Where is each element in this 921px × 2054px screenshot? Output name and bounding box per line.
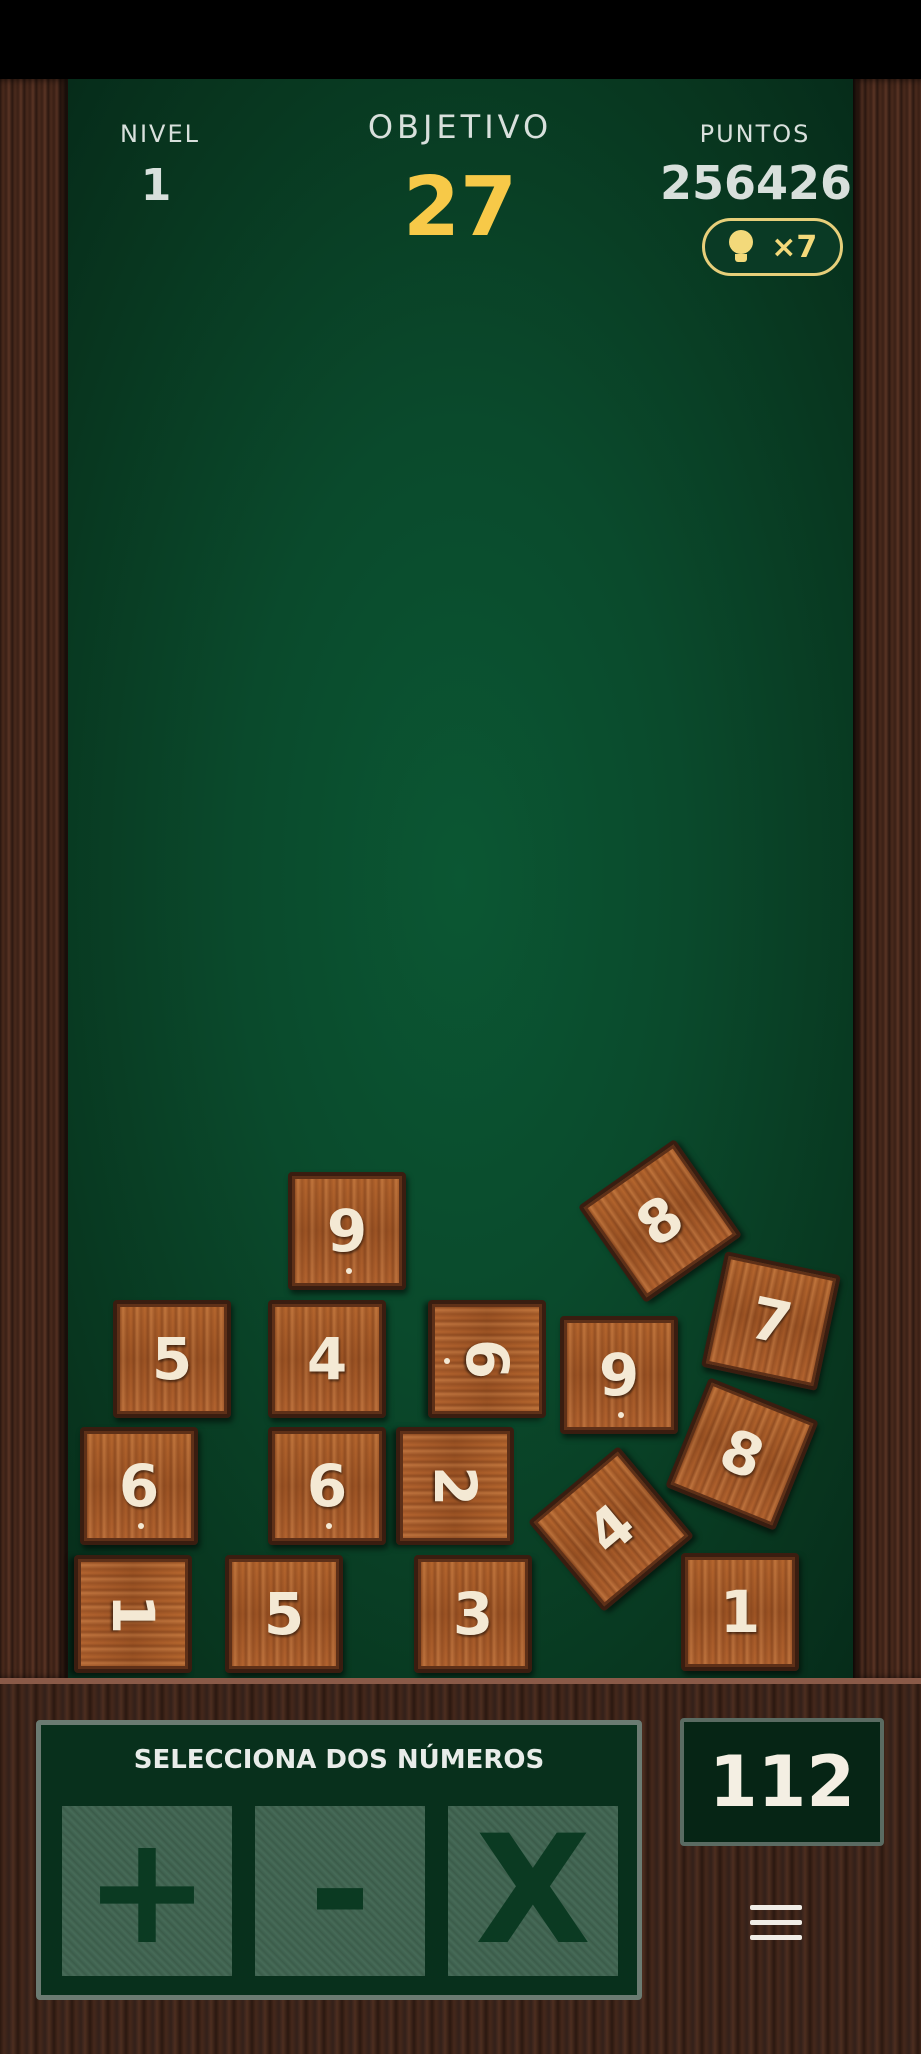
number-tile[interactable]: 9 [560, 1316, 678, 1434]
number-tile[interactable]: 4 [268, 1300, 386, 1418]
counter-value: 112 [708, 1741, 856, 1823]
number-tile[interactable]: 5 [113, 1300, 231, 1418]
level-value: 1 [140, 160, 172, 211]
times-icon: X [475, 1804, 591, 1978]
counter-display: 112 [680, 1718, 884, 1846]
minus-icon: - [308, 1804, 372, 1978]
tile-orientation-dot [346, 1268, 352, 1274]
wood-frame-right [853, 79, 921, 1679]
add-button[interactable]: + [62, 1806, 232, 1976]
level-label: NIVEL [120, 120, 200, 148]
goal-value: 27 [402, 160, 518, 255]
number-tile[interactable]: 1 [681, 1553, 799, 1671]
instruction-text: SELECCIONA DOS NÚMEROS [133, 1745, 545, 1775]
number-tile[interactable]: 1 [74, 1555, 192, 1673]
hint-button[interactable]: ×7 [702, 218, 843, 276]
plus-icon: + [84, 1804, 210, 1978]
tile-orientation-dot [326, 1523, 332, 1529]
multiply-button[interactable]: X [448, 1806, 618, 1976]
number-tile[interactable]: 7 [701, 1251, 841, 1391]
number-tile[interactable]: 6 [80, 1427, 198, 1545]
number-tile[interactable]: 6 [428, 1300, 546, 1418]
wood-frame-left [0, 79, 68, 1679]
number-tile[interactable]: 2 [396, 1427, 514, 1545]
tile-orientation-dot [618, 1412, 624, 1418]
number-tile[interactable]: 5 [225, 1555, 343, 1673]
hamburger-menu-icon[interactable] [750, 1905, 806, 1945]
hint-count: ×7 [771, 229, 818, 265]
points-label: PUNTOS [699, 120, 811, 148]
number-tile[interactable]: 3 [414, 1555, 532, 1673]
tile-orientation-dot [138, 1523, 144, 1529]
number-tile[interactable]: 9 [288, 1172, 406, 1290]
subtract-button[interactable]: - [255, 1806, 425, 1976]
number-tile[interactable]: 6 [268, 1427, 386, 1545]
points-value: 256426 [660, 156, 853, 210]
lightbulb-icon [728, 230, 754, 264]
status-bar [0, 0, 921, 79]
tile-orientation-dot [444, 1358, 450, 1364]
goal-label: OBJETIVO [367, 108, 553, 146]
